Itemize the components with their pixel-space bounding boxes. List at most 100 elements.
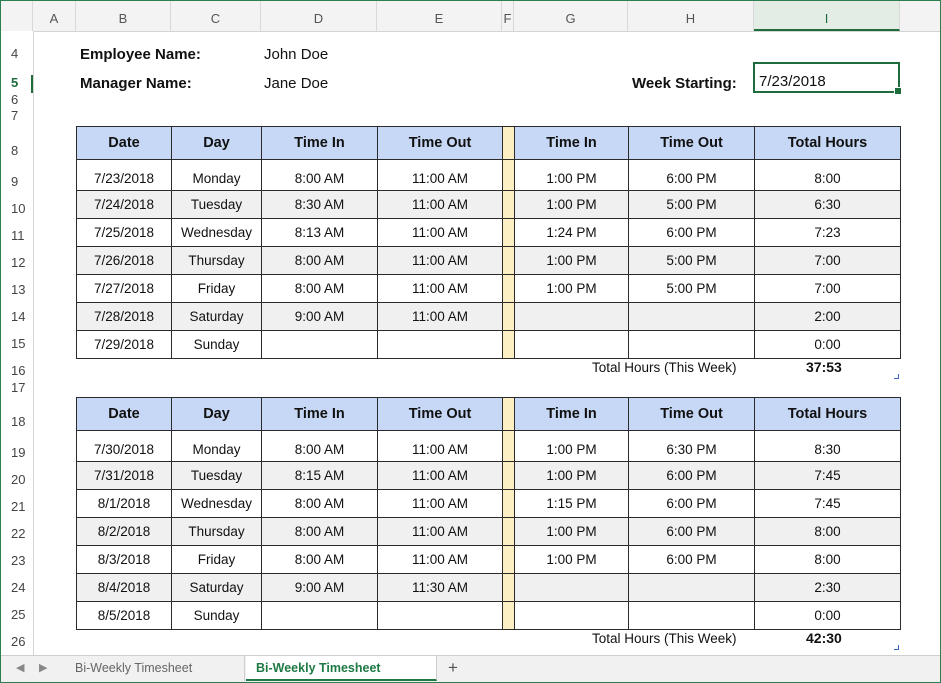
table-cell[interactable]: 8:15 AM: [261, 461, 378, 490]
row-header[interactable]: 15: [1, 336, 33, 351]
column-header[interactable]: E: [377, 1, 502, 31]
table-cell[interactable]: 11:00 AM: [377, 274, 503, 303]
table-cell[interactable]: 7/28/2018: [76, 302, 172, 331]
table-cell[interactable]: Tuesday: [171, 190, 262, 219]
row-header[interactable]: 4: [1, 46, 33, 61]
row-header[interactable]: 10: [1, 201, 33, 216]
column-header-active[interactable]: I: [754, 1, 900, 31]
table-cell[interactable]: 1:00 PM: [514, 461, 629, 490]
table-cell[interactable]: [514, 330, 629, 359]
table-cell[interactable]: 8:30: [754, 430, 901, 462]
select-all-corner[interactable]: [1, 1, 33, 31]
table-cell[interactable]: [377, 330, 503, 359]
table-cell[interactable]: 6:00 PM: [628, 517, 755, 546]
table-cell[interactable]: 1:00 PM: [514, 545, 629, 574]
table-cell[interactable]: [628, 302, 755, 331]
table-cell[interactable]: 8:00: [754, 517, 901, 546]
table-cell[interactable]: 8:00 AM: [261, 545, 378, 574]
column-header[interactable]: F: [502, 1, 514, 31]
table-cell[interactable]: 1:00 PM: [514, 159, 629, 191]
table-cell[interactable]: Saturday: [171, 573, 262, 602]
column-header[interactable]: G: [514, 1, 628, 31]
row-header[interactable]: 14: [1, 309, 33, 324]
table-cell[interactable]: 7:45: [754, 461, 901, 490]
row-header[interactable]: 24: [1, 580, 33, 595]
table-cell[interactable]: 7/26/2018: [76, 246, 172, 275]
column-header[interactable]: H: [628, 1, 754, 31]
table-cell[interactable]: 8/2/2018: [76, 517, 172, 546]
table-cell[interactable]: 6:30: [754, 190, 901, 219]
sheet-tab-sample[interactable]: Bi-Weekly Timesheet Sample: [246, 656, 437, 681]
table-cell[interactable]: 7:45: [754, 489, 901, 518]
table-cell[interactable]: 6:00 PM: [628, 159, 755, 191]
table-cell[interactable]: 11:00 AM: [377, 190, 503, 219]
table-cell[interactable]: 8:13 AM: [261, 218, 378, 247]
table-cell[interactable]: 5:00 PM: [628, 190, 755, 219]
table-cell[interactable]: [628, 601, 755, 630]
row-header[interactable]: 18: [1, 414, 33, 429]
row-header[interactable]: 22: [1, 526, 33, 541]
table-cell[interactable]: 0:00: [754, 330, 901, 359]
table-cell[interactable]: 7/29/2018: [76, 330, 172, 359]
table-cell[interactable]: 9:00 AM: [261, 302, 378, 331]
table-cell[interactable]: 0:00: [754, 601, 901, 630]
table-cell[interactable]: Friday: [171, 274, 262, 303]
table-cell[interactable]: 8/4/2018: [76, 573, 172, 602]
table-cell[interactable]: 11:00 AM: [377, 517, 503, 546]
fill-handle[interactable]: [894, 87, 902, 95]
table-cell[interactable]: Tuesday: [171, 461, 262, 490]
table-cell[interactable]: Wednesday: [171, 218, 262, 247]
table-cell[interactable]: [514, 573, 629, 602]
table-cell[interactable]: 6:00 PM: [628, 218, 755, 247]
table-cell[interactable]: [628, 573, 755, 602]
row-header[interactable]: 7: [1, 108, 33, 123]
table-cell[interactable]: [377, 601, 503, 630]
table-cell[interactable]: [628, 330, 755, 359]
table-cell[interactable]: Saturday: [171, 302, 262, 331]
table-cell[interactable]: 2:00: [754, 302, 901, 331]
row-header[interactable]: 12: [1, 255, 33, 270]
sheet-tab-blank[interactable]: Bi-Weekly Timesheet (Blank): [65, 656, 245, 681]
table-cell[interactable]: Thursday: [171, 246, 262, 275]
manager-name-value[interactable]: Jane Doe: [264, 75, 328, 92]
table-cell[interactable]: 11:00 AM: [377, 246, 503, 275]
column-header[interactable]: B: [76, 1, 171, 31]
row-header[interactable]: 26: [1, 634, 33, 649]
table-cell[interactable]: 1:24 PM: [514, 218, 629, 247]
add-sheet-icon[interactable]: +: [448, 658, 458, 678]
table-cell[interactable]: 1:15 PM: [514, 489, 629, 518]
table-cell[interactable]: Thursday: [171, 517, 262, 546]
column-header[interactable]: C: [171, 1, 261, 31]
table-cell[interactable]: 8:00 AM: [261, 430, 378, 462]
employee-name-value[interactable]: John Doe: [264, 46, 328, 63]
table-cell[interactable]: 6:00 PM: [628, 489, 755, 518]
table-cell[interactable]: 8:30 AM: [261, 190, 378, 219]
table-cell[interactable]: 11:00 AM: [377, 545, 503, 574]
table-cell[interactable]: Sunday: [171, 601, 262, 630]
table-cell[interactable]: 5:00 PM: [628, 274, 755, 303]
table-cell[interactable]: 11:30 AM: [377, 573, 503, 602]
table-cell[interactable]: 8:00 AM: [261, 246, 378, 275]
table-cell[interactable]: 7/25/2018: [76, 218, 172, 247]
table-cell[interactable]: 7:00: [754, 246, 901, 275]
table-cell[interactable]: 11:00 AM: [377, 489, 503, 518]
row-header-active[interactable]: 5: [1, 75, 33, 93]
table-cell[interactable]: 7/30/2018: [76, 430, 172, 462]
row-header[interactable]: 25: [1, 607, 33, 622]
table-cell[interactable]: 1:00 PM: [514, 517, 629, 546]
table-cell[interactable]: 11:00 AM: [377, 461, 503, 490]
row-header[interactable]: 16: [1, 363, 33, 378]
tab-scroll-right-icon[interactable]: ▶: [39, 661, 47, 674]
table-cell[interactable]: 9:00 AM: [261, 573, 378, 602]
table-cell[interactable]: 1:00 PM: [514, 430, 629, 462]
row-header[interactable]: 17: [1, 380, 33, 395]
table-cell[interactable]: 8/5/2018: [76, 601, 172, 630]
table-cell[interactable]: 11:00 AM: [377, 159, 503, 191]
table-cell[interactable]: 7/24/2018: [76, 190, 172, 219]
table-cell[interactable]: 7:00: [754, 274, 901, 303]
table-cell[interactable]: 8:00: [754, 545, 901, 574]
week1-total-value[interactable]: 37:53: [806, 359, 842, 375]
table-cell[interactable]: [261, 601, 378, 630]
table-cell[interactable]: Friday: [171, 545, 262, 574]
row-header[interactable]: 6: [1, 92, 33, 107]
